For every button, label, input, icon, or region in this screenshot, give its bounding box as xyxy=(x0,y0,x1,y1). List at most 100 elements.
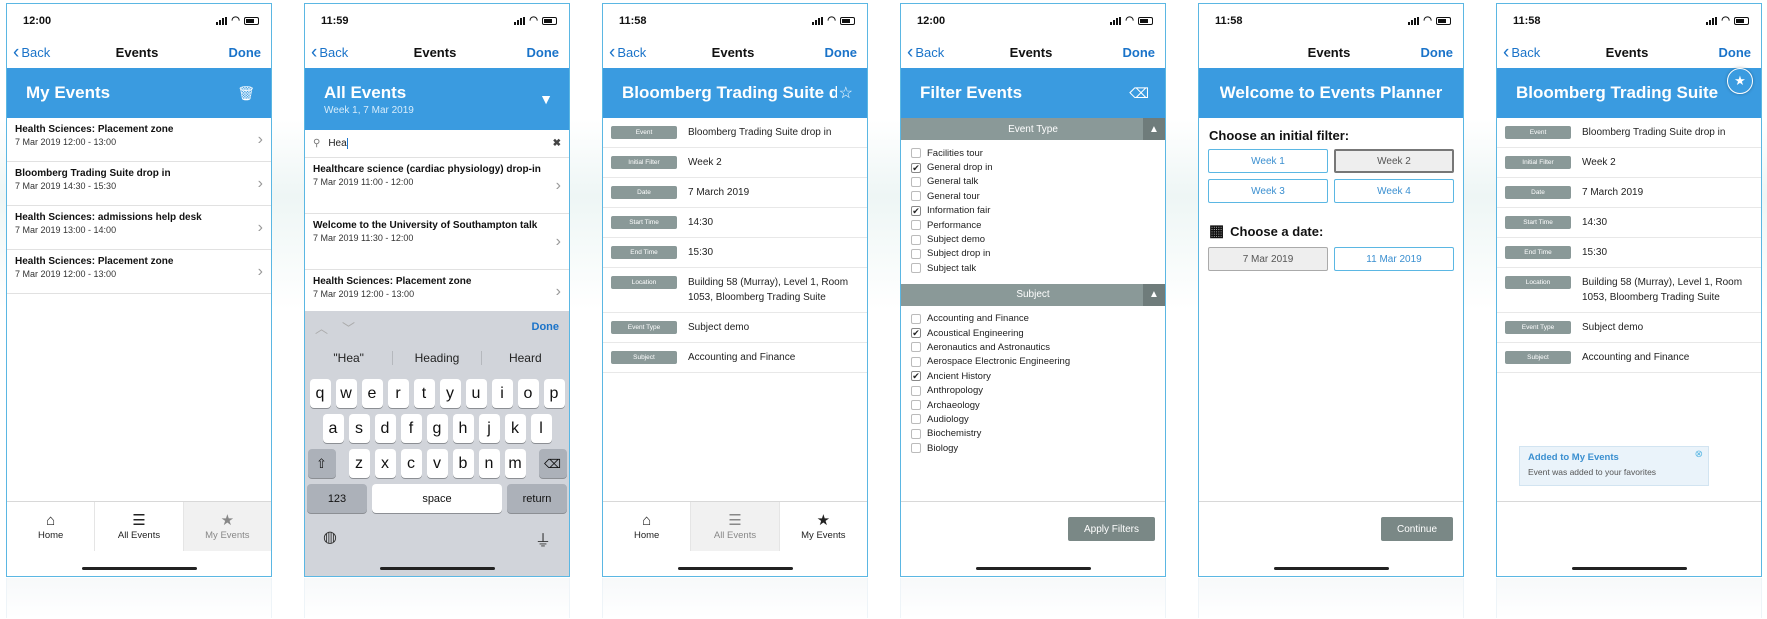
backspace-key[interactable]: ⌫ xyxy=(538,449,567,478)
back-button[interactable]: ‹ Back xyxy=(1503,43,1553,62)
done-button[interactable]: Done xyxy=(807,45,857,60)
favorite-star-icon[interactable]: ★ xyxy=(1727,68,1753,94)
list-item[interactable]: Healthcare science (cardiac physiology) … xyxy=(305,158,569,214)
checkbox-row[interactable]: ✔ Acoustical Engineering xyxy=(901,326,1165,340)
space-key[interactable]: space xyxy=(372,484,502,513)
checkbox-row[interactable]: Aerospace Electronic Engineering xyxy=(901,355,1165,369)
search-bar[interactable]: ⚲ Hea ✖ xyxy=(305,130,569,158)
tab-home[interactable]: ⌂ Home xyxy=(7,502,96,551)
checkbox-row[interactable]: Anthropology xyxy=(901,383,1165,397)
date-button-selected[interactable]: 7 Mar 2019 xyxy=(1208,247,1328,271)
trash-icon[interactable]: 🗑 xyxy=(237,85,255,102)
key-y[interactable]: y xyxy=(439,379,461,408)
checkbox[interactable] xyxy=(911,234,921,245)
done-button[interactable]: Done xyxy=(1403,45,1453,60)
key-i[interactable]: i xyxy=(491,379,513,408)
eraser-icon[interactable]: ⌫ xyxy=(1129,85,1149,102)
done-button[interactable]: Done xyxy=(509,45,559,60)
list-item[interactable]: Welcome to the University of Southampton… xyxy=(305,214,569,270)
checkbox-row[interactable]: ✔ Ancient History xyxy=(901,369,1165,383)
checkbox-checked[interactable]: ✔ xyxy=(911,162,921,173)
suggestion[interactable]: Heading xyxy=(393,351,482,365)
microphone-icon[interactable]: ⏚ xyxy=(535,527,551,551)
key-a[interactable]: a xyxy=(322,414,344,443)
checkbox-row[interactable]: General tour xyxy=(901,189,1165,203)
clear-icon[interactable]: ✖ xyxy=(553,138,561,149)
checkbox-checked[interactable]: ✔ xyxy=(911,205,921,216)
numbers-key[interactable]: 123 xyxy=(307,484,367,513)
week-button[interactable]: Week 1 xyxy=(1208,149,1328,173)
back-button[interactable]: ‹ Back xyxy=(311,43,361,62)
apply-filters-button[interactable]: Apply Filters xyxy=(1068,517,1155,541)
list-item[interactable]: Health Sciences: Placement zone 7 Mar 201… xyxy=(305,270,569,314)
key-f[interactable]: f xyxy=(400,414,422,443)
return-key[interactable]: return xyxy=(507,484,567,513)
keyboard-done-button[interactable]: Done xyxy=(532,321,560,333)
checkbox[interactable] xyxy=(911,342,921,353)
checkbox-row[interactable]: Performance xyxy=(901,218,1165,232)
checkbox[interactable] xyxy=(911,176,921,187)
week-button[interactable]: Week 4 xyxy=(1334,179,1454,203)
suggestion[interactable]: Heard xyxy=(482,351,569,365)
key-n[interactable]: n xyxy=(478,449,500,478)
checkbox[interactable] xyxy=(911,356,921,367)
key-x[interactable]: x xyxy=(374,449,396,478)
list-item[interactable]: Health Sciences: Placement zone 7 Mar 201… xyxy=(7,250,271,294)
shift-key[interactable]: ⇧ xyxy=(307,449,336,478)
chevron-down-icon[interactable]: ﹀ xyxy=(342,318,355,337)
key-s[interactable]: s xyxy=(348,414,370,443)
tab-home[interactable]: ⌂ Home xyxy=(603,502,692,551)
checkbox-checked[interactable]: ✔ xyxy=(911,371,921,382)
key-v[interactable]: v xyxy=(426,449,448,478)
back-button[interactable]: ‹ Back xyxy=(907,43,957,62)
key-o[interactable]: o xyxy=(517,379,539,408)
checkbox-row[interactable]: ✔ General drop in xyxy=(901,160,1165,174)
checkbox[interactable] xyxy=(911,220,921,231)
key-l[interactable]: l xyxy=(530,414,552,443)
key-z[interactable]: z xyxy=(348,449,370,478)
key-m[interactable]: m xyxy=(504,449,526,478)
checkbox-row[interactable]: Subject drop in xyxy=(901,247,1165,261)
checkbox-row[interactable]: Archaeology xyxy=(901,398,1165,412)
section-header-event-type[interactable]: Event Type ▲ xyxy=(901,118,1165,140)
week-button-selected[interactable]: Week 2 xyxy=(1334,149,1454,173)
checkbox[interactable] xyxy=(911,313,921,324)
done-button[interactable]: Done xyxy=(1701,45,1751,60)
checkbox[interactable] xyxy=(911,263,921,274)
key-c[interactable]: c xyxy=(400,449,422,478)
checkbox-row[interactable]: Subject demo xyxy=(901,232,1165,246)
close-icon[interactable]: ⊗ xyxy=(1695,449,1703,460)
checkbox[interactable] xyxy=(911,428,921,439)
checkbox[interactable] xyxy=(911,414,921,425)
checkbox[interactable] xyxy=(911,191,921,202)
key-g[interactable]: g xyxy=(426,414,448,443)
key-j[interactable]: j xyxy=(478,414,500,443)
key-b[interactable]: b xyxy=(452,449,474,478)
list-item[interactable]: Bloomberg Trading Suite drop in 7 Mar 201… xyxy=(7,162,271,206)
checkbox[interactable] xyxy=(911,148,921,159)
checkbox-checked[interactable]: ✔ xyxy=(911,328,921,339)
key-q[interactable]: q xyxy=(309,379,331,408)
key-k[interactable]: k xyxy=(504,414,526,443)
key-u[interactable]: u xyxy=(465,379,487,408)
tab-my-events[interactable]: ★ My Events xyxy=(183,502,271,551)
list-item[interactable]: Health Sciences: admissions help desk 7 M… xyxy=(7,206,271,250)
suggestion[interactable]: "Hea" xyxy=(305,351,394,365)
key-p[interactable]: p xyxy=(543,379,565,408)
checkbox[interactable] xyxy=(911,248,921,259)
back-button[interactable]: ‹ Back xyxy=(13,43,63,62)
search-input[interactable]: Hea xyxy=(328,137,348,149)
date-button[interactable]: 11 Mar 2019 xyxy=(1334,247,1454,271)
star-outline-icon[interactable]: ☆ xyxy=(839,83,853,103)
key-w[interactable]: w xyxy=(335,379,357,408)
tab-my-events[interactable]: ★ My Events xyxy=(780,502,867,551)
key-h[interactable]: h xyxy=(452,414,474,443)
continue-button[interactable]: Continue xyxy=(1381,517,1453,541)
chevron-up-icon[interactable]: ︿ xyxy=(315,318,328,337)
key-d[interactable]: d xyxy=(374,414,396,443)
globe-icon[interactable]: ◍ xyxy=(323,527,337,551)
checkbox-row[interactable]: ✔ Information fair xyxy=(901,204,1165,218)
section-header-subject[interactable]: Subject ▲ xyxy=(901,283,1165,306)
tab-all-events[interactable]: ☰ All Events xyxy=(691,502,780,551)
key-e[interactable]: e xyxy=(361,379,383,408)
